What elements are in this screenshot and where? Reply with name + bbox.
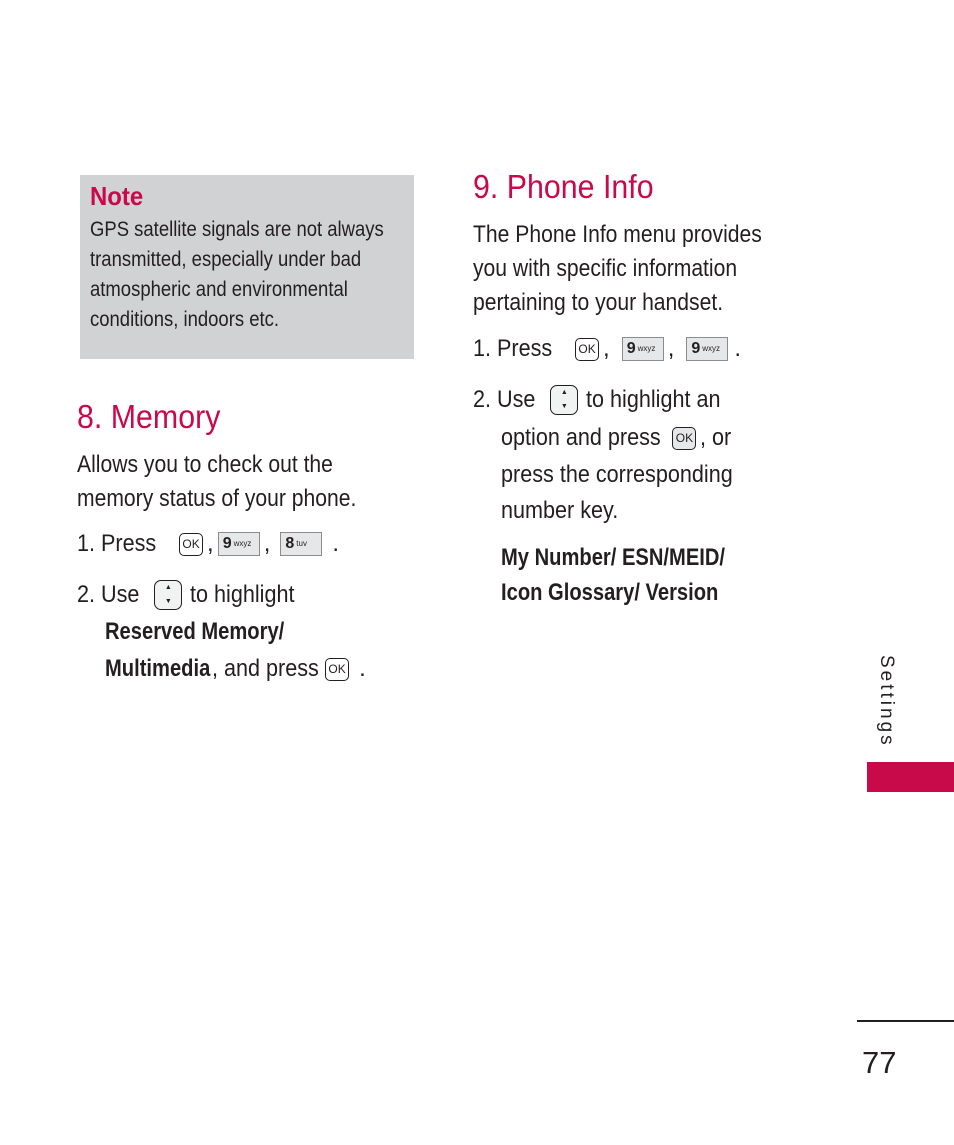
key-digit: 9 bbox=[626, 340, 636, 357]
section-tab-marker bbox=[867, 762, 954, 792]
ok-key-icon: OK bbox=[179, 532, 204, 556]
separator: , bbox=[603, 335, 610, 362]
period: . bbox=[359, 655, 366, 682]
nav-up-down-key-icon: ▲ ▼ bbox=[550, 385, 579, 415]
step-text: to highlight an bbox=[586, 386, 721, 413]
phone-info-step-2-line-2: option and press OK , or bbox=[501, 421, 735, 455]
phone-info-step-1: 1. Press OK , 9 wxyz , 9 wxyz . bbox=[473, 332, 741, 366]
phone-info-step-2: 2. Use ▲ ▼ to highlight an bbox=[473, 383, 736, 417]
memory-step-2-line-2: Reserved Memory/ bbox=[105, 615, 318, 649]
step-text: to highlight bbox=[190, 581, 295, 608]
step-prefix: 1. Press bbox=[77, 530, 157, 557]
note-box: Note GPS satellite signals are not alway… bbox=[80, 175, 414, 359]
note-body: GPS satellite signals are not always tra… bbox=[90, 215, 384, 335]
phone-info-step-2-line-3: press the corresponding bbox=[501, 458, 758, 492]
phone-info-options: Icon Glossary/ Version bbox=[501, 579, 719, 606]
key-letters: wxyz bbox=[637, 344, 656, 353]
phone-info-options-line-2: Icon Glossary/ Version bbox=[501, 576, 760, 610]
footer-rule bbox=[857, 1020, 954, 1022]
step-text: number key. bbox=[501, 497, 619, 524]
separator: , bbox=[263, 530, 271, 557]
phone-info-intro-line: you with specific information bbox=[473, 255, 738, 282]
key-letters: wxyz bbox=[702, 344, 721, 353]
period: . bbox=[332, 530, 340, 557]
note-line: transmitted, especially under bad bbox=[90, 248, 362, 271]
note-line: conditions, indoors etc. bbox=[90, 308, 280, 331]
key-letters: tuv bbox=[296, 539, 307, 548]
phone-info-step-2-line-4: number key. bbox=[501, 494, 631, 528]
nav-up-down-key-icon: ▲ ▼ bbox=[154, 580, 183, 610]
key-digit: 9 bbox=[691, 340, 701, 357]
step-text: , or bbox=[700, 424, 732, 451]
page-number: 77 bbox=[862, 1045, 897, 1080]
step-prefix: 1. Press bbox=[473, 335, 553, 362]
memory-step-2-line-3: Multimedia , and press OK . bbox=[105, 652, 366, 686]
memory-step-1: 1. Press OK , 9 wxyz , 8 tuv . bbox=[77, 527, 339, 561]
note-title: Note bbox=[90, 181, 144, 211]
period: . bbox=[734, 335, 742, 362]
note-line: atmospheric and environmental bbox=[90, 278, 348, 301]
step-text: , and press bbox=[212, 655, 320, 682]
memory-intro: Allows you to check out the memory statu… bbox=[77, 448, 356, 516]
memory-step-2: 2. Use ▲ ▼ to highlight bbox=[77, 578, 306, 612]
key-9-icon: 9 wxyz bbox=[217, 532, 260, 556]
key-9-icon: 9 wxyz bbox=[686, 337, 729, 361]
memory-intro-line: Allows you to check out the bbox=[77, 451, 333, 478]
phone-info-intro: The Phone Info menu provides you with sp… bbox=[473, 218, 762, 320]
key-8-icon: 8 tuv bbox=[280, 532, 323, 556]
note-line: GPS satellite signals are not always bbox=[90, 218, 384, 241]
step-prefix: 2. Use bbox=[77, 581, 140, 608]
memory-intro-line: memory status of your phone. bbox=[77, 485, 357, 512]
phone-info-intro-line: pertaining to your handset. bbox=[473, 289, 724, 316]
ok-key-icon: OK bbox=[325, 657, 350, 681]
ok-key-icon: OK bbox=[672, 426, 697, 450]
separator: , bbox=[667, 335, 675, 362]
memory-heading: 8. Memory bbox=[77, 398, 221, 435]
phone-info-intro-line: The Phone Info menu provides bbox=[473, 221, 762, 248]
option-reserved-memory: Reserved Memory/ bbox=[105, 618, 285, 645]
step-prefix: 2. Use bbox=[473, 386, 536, 413]
key-9-icon: 9 wxyz bbox=[621, 337, 664, 361]
option-multimedia: Multimedia bbox=[105, 655, 211, 682]
step-text: press the corresponding bbox=[501, 461, 733, 488]
key-letters: wxyz bbox=[233, 539, 252, 548]
ok-key-icon: OK bbox=[575, 337, 600, 361]
step-text: option and press bbox=[501, 424, 661, 451]
section-tab-label: Settings bbox=[876, 655, 897, 748]
key-digit: 9 bbox=[222, 535, 232, 552]
phone-info-options-line-1: My Number/ ESN/MEID/ bbox=[501, 541, 768, 575]
separator: , bbox=[207, 530, 214, 557]
phone-info-heading: 9. Phone Info bbox=[473, 168, 654, 205]
phone-info-options: My Number/ ESN/MEID/ bbox=[501, 544, 726, 571]
key-digit: 8 bbox=[285, 535, 295, 552]
